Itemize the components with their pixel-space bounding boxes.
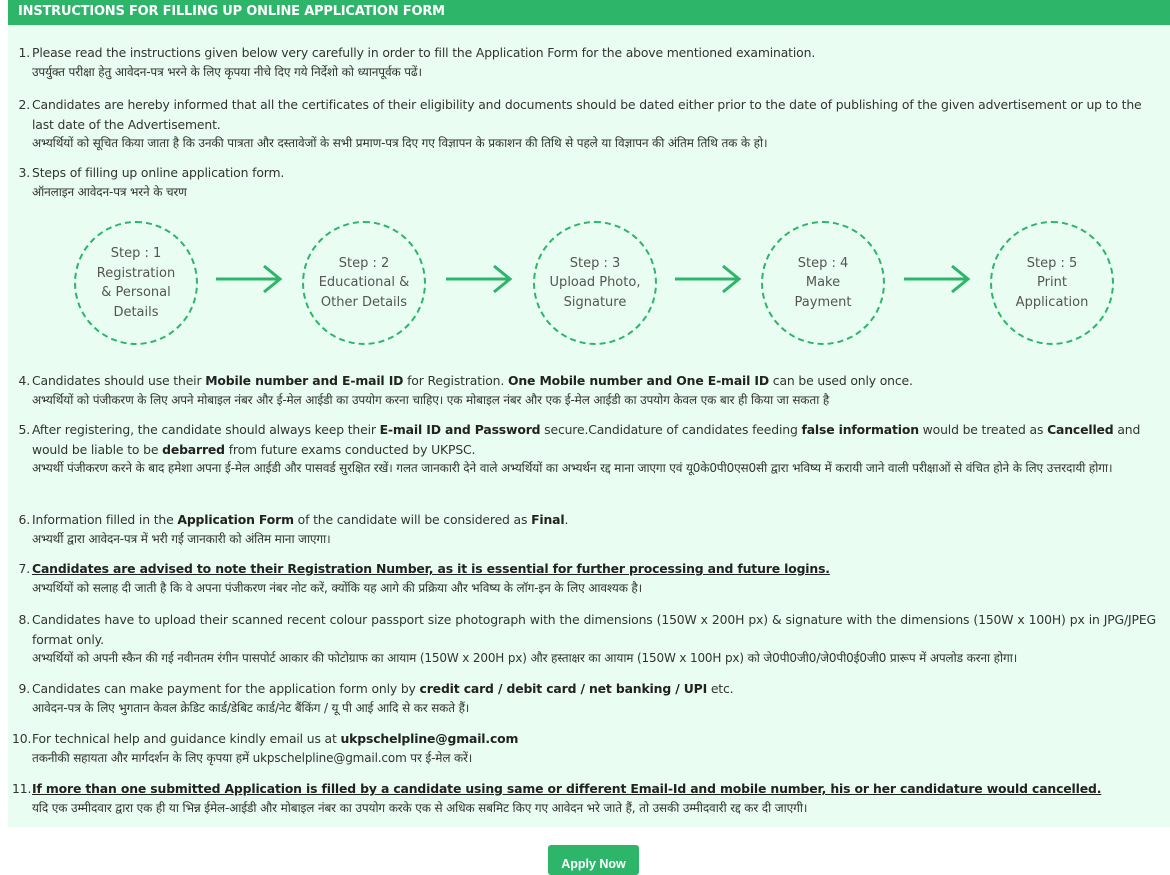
text-en: from future exams conducted by UKPSC. [224, 441, 476, 457]
item-number: 2. [18, 97, 30, 112]
text-en: After registering, the candidate should … [32, 422, 380, 437]
instruction-2: 2. Candidates are hereby informed that al… [18, 95, 1156, 154]
arrow-right-icon [446, 264, 513, 294]
step-2-circle: Step : 2 Educational & Other Details [302, 221, 426, 345]
step-5-circle: Step : 5 Print Application [990, 221, 1114, 345]
section-header: INSTRUCTIONS FOR FILLING UP ONLINE APPLI… [8, 0, 1170, 25]
text-bold: Application Form [177, 512, 294, 527]
item-number: 9. [18, 681, 30, 696]
arrow-right-icon [904, 264, 971, 294]
text-en: Steps of filling up online application f… [32, 165, 285, 180]
text-en: secure.Candidature of candidates feeding [540, 422, 802, 437]
item-number: 6. [18, 512, 30, 527]
step-4-circle: Step : 4 Make Payment [761, 221, 885, 345]
text-hi: अभ्यर्थियों को सूचित किया जाता है कि उनक… [32, 136, 768, 150]
text-en: Candidates can make payment for the appl… [32, 681, 420, 696]
text-bold: One Mobile number and One E-mail ID [507, 373, 769, 388]
item-number: 7. [18, 561, 30, 576]
text-bold: E-mail ID and Password [379, 422, 541, 437]
text-hi: अभ्यर्थियों को सलाह दी जाती है कि वे अपन… [32, 580, 643, 595]
text-en: . [564, 512, 569, 527]
text-hi: अभ्यर्थी द्वारा आवेदन-पत्र में भरी गई जा… [32, 531, 331, 546]
text-en: For technical help and guidance kindly e… [32, 731, 341, 746]
text-en: Candidates are hereby informed that all … [32, 97, 1142, 132]
text-hi: तकनीकी सहायता और मार्गदर्शन के लिए कृपया… [32, 750, 473, 765]
instruction-4: 4. Candidates should use their Mobile num… [18, 371, 1156, 410]
text-en: Candidates should use their [32, 373, 206, 388]
instruction-8: 8. Candidates have to upload their scanne… [18, 610, 1156, 669]
arrow-right-icon [216, 264, 283, 294]
item-number: 8. [18, 612, 30, 627]
helpline-email[interactable]: ukpschelpline@gmail.com [341, 731, 519, 746]
text-en: Candidates have to upload their scanned … [32, 612, 1156, 647]
text-underlined: If more than one submitted Application i… [32, 781, 1102, 796]
text-hi: आवेदन-पत्र के लिए भुगतान केवल क्रेडिट का… [32, 700, 470, 715]
text-bold: Mobile number and E-mail ID [205, 373, 404, 388]
text-bold: debarred [162, 441, 225, 457]
text-hi: यदि एक उम्मीदवार द्वारा एक ही या भिन्न ई… [32, 800, 808, 815]
instruction-9: 9. Candidates can make payment for the ap… [18, 679, 1156, 718]
text-en: Information filled in the [32, 512, 178, 527]
text-en: of the candidate will be considered as [293, 512, 532, 527]
text-hi: ऑनलाइन आवेदन-पत्र भरने के चरण [32, 184, 187, 199]
step-3-circle: Step : 3 Upload Photo, Signature [533, 221, 657, 345]
item-number: 3. [18, 165, 30, 180]
instruction-6: 6. Information filled in the Application … [18, 510, 1156, 549]
text-bold: false information [801, 422, 919, 437]
text-hi: अभ्यर्थियों को पंजीकरण के लिए अपने मोबाइ… [32, 392, 830, 407]
text-hi: अभ्यर्थियों को अपनी स्कैन की गई नवीनतम र… [32, 651, 1018, 665]
text-bold: credit card / debit card / net banking /… [419, 681, 708, 696]
text-bold: Cancelled [1047, 422, 1114, 437]
instruction-7: 7. Candidates are advised to note their R… [18, 559, 1156, 598]
instruction-3: 3. Steps of filling up online application… [18, 163, 1156, 202]
text-en: for Registration. [403, 373, 508, 388]
apply-now-button[interactable]: Apply Now [548, 845, 639, 875]
text-hi: अभ्यर्थी पंजीकरण करने के बाद हमेशा अपना … [32, 461, 1113, 475]
text-en: can be used only once. [769, 373, 913, 388]
text-hi: उपर्युक्त परीक्षा हेतु आवेदन-पत्र भरने क… [32, 64, 422, 79]
text-bold: Final [531, 512, 565, 527]
text-en: would be treated as [918, 422, 1048, 437]
instruction-5: 5. After registering, the candidate shoul… [18, 420, 1156, 479]
item-number: 1. [18, 45, 30, 60]
arrow-right-icon [675, 264, 742, 294]
instruction-1: 1. Please read the instructions given bel… [18, 43, 1156, 82]
text-en: Please read the instructions given below… [32, 45, 816, 60]
item-number: 11. [12, 781, 32, 796]
item-number: 4. [18, 373, 30, 388]
instruction-11: 11. If more than one submitted Applicatio… [12, 779, 1156, 818]
text-en: etc. [707, 681, 734, 696]
item-number: 10. [12, 731, 32, 746]
instruction-10: 10. For technical help and guidance kindl… [12, 729, 1156, 768]
item-number: 5. [18, 422, 30, 437]
text-underlined: Candidates are advised to note their Reg… [32, 561, 830, 576]
step-1-circle: Step : 1 Registration & Personal Details [74, 221, 198, 345]
